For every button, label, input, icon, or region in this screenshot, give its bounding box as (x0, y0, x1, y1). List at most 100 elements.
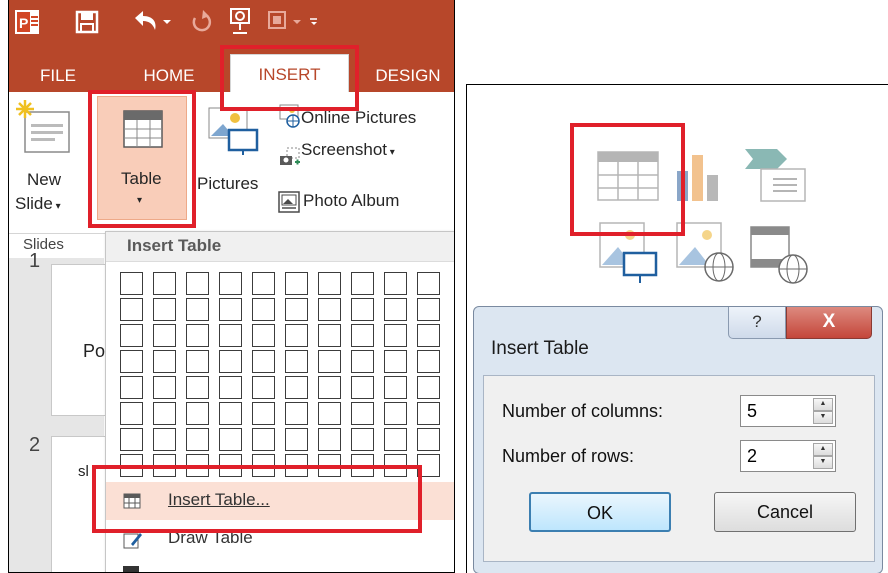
spin-down-icon[interactable]: ▼ (813, 456, 833, 469)
grid-cell[interactable] (153, 298, 176, 321)
grid-cell[interactable] (417, 376, 440, 399)
tab-design[interactable]: DESIGN (363, 60, 453, 92)
grid-cell[interactable] (120, 428, 143, 451)
spin-up-icon[interactable]: ▲ (813, 443, 833, 456)
ok-button[interactable]: OK (529, 492, 671, 532)
grid-cell[interactable] (318, 324, 341, 347)
grid-cell[interactable] (219, 376, 242, 399)
chart-icon[interactable] (675, 153, 723, 203)
grid-cell[interactable] (120, 298, 143, 321)
insert-table-icon[interactable] (597, 151, 659, 201)
screenshot-button[interactable]: Screenshot ▾ (301, 140, 395, 160)
slide-thumbnail[interactable]: Po (51, 264, 111, 416)
help-button[interactable]: ? (728, 307, 786, 339)
grid-cell[interactable] (417, 428, 440, 451)
save-icon[interactable] (75, 10, 99, 34)
grid-cell[interactable] (318, 298, 341, 321)
grid-cell[interactable] (153, 454, 176, 477)
grid-cell[interactable] (285, 350, 308, 373)
columns-value[interactable]: 5 (747, 401, 757, 422)
grid-cell[interactable] (285, 428, 308, 451)
tab-insert[interactable]: INSERT (230, 54, 349, 92)
close-button[interactable]: X (786, 307, 872, 339)
grid-cell[interactable] (285, 272, 308, 295)
customize-qat-icon[interactable] (267, 10, 317, 34)
grid-cell[interactable] (384, 272, 407, 295)
grid-cell[interactable] (252, 454, 275, 477)
grid-cell[interactable] (219, 402, 242, 425)
grid-cell[interactable] (153, 324, 176, 347)
grid-cell[interactable] (285, 298, 308, 321)
grid-cell[interactable] (351, 324, 374, 347)
grid-cell[interactable] (219, 428, 242, 451)
screenshot-icon[interactable] (279, 142, 301, 168)
grid-cell[interactable] (120, 454, 143, 477)
grid-cell[interactable] (318, 402, 341, 425)
grid-cell[interactable] (186, 402, 209, 425)
grid-cell[interactable] (417, 402, 440, 425)
rows-spinner[interactable]: 2 ▲ ▼ (740, 440, 836, 472)
grid-cell[interactable] (417, 272, 440, 295)
grid-cell[interactable] (285, 324, 308, 347)
grid-cell[interactable] (384, 350, 407, 373)
grid-cell[interactable] (417, 324, 440, 347)
grid-cell[interactable] (120, 272, 143, 295)
new-slide-label[interactable]: New (27, 170, 61, 190)
grid-cell[interactable] (186, 272, 209, 295)
grid-cell[interactable] (384, 428, 407, 451)
grid-cell[interactable] (351, 298, 374, 321)
new-slide-label-2[interactable]: Slide ▾ (15, 194, 61, 214)
photo-album-icon[interactable] (277, 190, 301, 214)
grid-cell[interactable] (186, 376, 209, 399)
grid-cell[interactable] (186, 298, 209, 321)
grid-cell[interactable] (120, 324, 143, 347)
grid-cell[interactable] (351, 402, 374, 425)
pictures-icon[interactable] (598, 221, 660, 285)
grid-cell[interactable] (153, 428, 176, 451)
grid-cell[interactable] (318, 454, 341, 477)
present-icon[interactable] (227, 6, 255, 38)
grid-cell[interactable] (384, 324, 407, 347)
grid-cell[interactable] (417, 350, 440, 373)
grid-cell[interactable] (153, 376, 176, 399)
rows-value[interactable]: 2 (747, 446, 757, 467)
slide-thumbnail[interactable]: sl (51, 436, 111, 572)
table-button[interactable]: Table ▾ (97, 96, 187, 220)
grid-cell[interactable] (252, 402, 275, 425)
redo-icon[interactable] (189, 8, 213, 34)
grid-cell[interactable] (351, 428, 374, 451)
online-pictures-icon[interactable] (277, 102, 301, 128)
grid-cell[interactable] (285, 376, 308, 399)
grid-cell[interactable] (252, 428, 275, 451)
grid-cell[interactable] (219, 350, 242, 373)
grid-cell[interactable] (120, 376, 143, 399)
grid-cell[interactable] (285, 402, 308, 425)
grid-cell[interactable] (318, 272, 341, 295)
grid-cell[interactable] (351, 454, 374, 477)
grid-cell[interactable] (384, 298, 407, 321)
new-slide-icon[interactable] (13, 98, 73, 156)
pictures-label[interactable]: Pictures (197, 174, 258, 194)
grid-cell[interactable] (285, 454, 308, 477)
grid-cell[interactable] (186, 454, 209, 477)
columns-spinner[interactable]: 5 ▲ ▼ (740, 395, 836, 427)
grid-cell[interactable] (120, 350, 143, 373)
grid-cell[interactable] (351, 350, 374, 373)
photo-album-label[interactable]: Photo Album (303, 191, 399, 211)
grid-cell[interactable] (252, 272, 275, 295)
grid-cell[interactable] (351, 272, 374, 295)
grid-cell[interactable] (417, 298, 440, 321)
grid-cell[interactable] (318, 350, 341, 373)
grid-cell[interactable] (384, 376, 407, 399)
video-icon[interactable] (749, 225, 811, 285)
grid-cell[interactable] (219, 272, 242, 295)
grid-cell[interactable] (153, 350, 176, 373)
draw-table-menu-item[interactable]: Draw Table (106, 520, 454, 558)
grid-cell[interactable] (252, 350, 275, 373)
tab-file[interactable]: FILE (23, 60, 93, 92)
grid-cell[interactable] (219, 324, 242, 347)
undo-icon[interactable] (129, 8, 171, 34)
grid-cell[interactable] (384, 402, 407, 425)
grid-cell[interactable] (153, 402, 176, 425)
tab-home[interactable]: HOME (129, 60, 209, 92)
